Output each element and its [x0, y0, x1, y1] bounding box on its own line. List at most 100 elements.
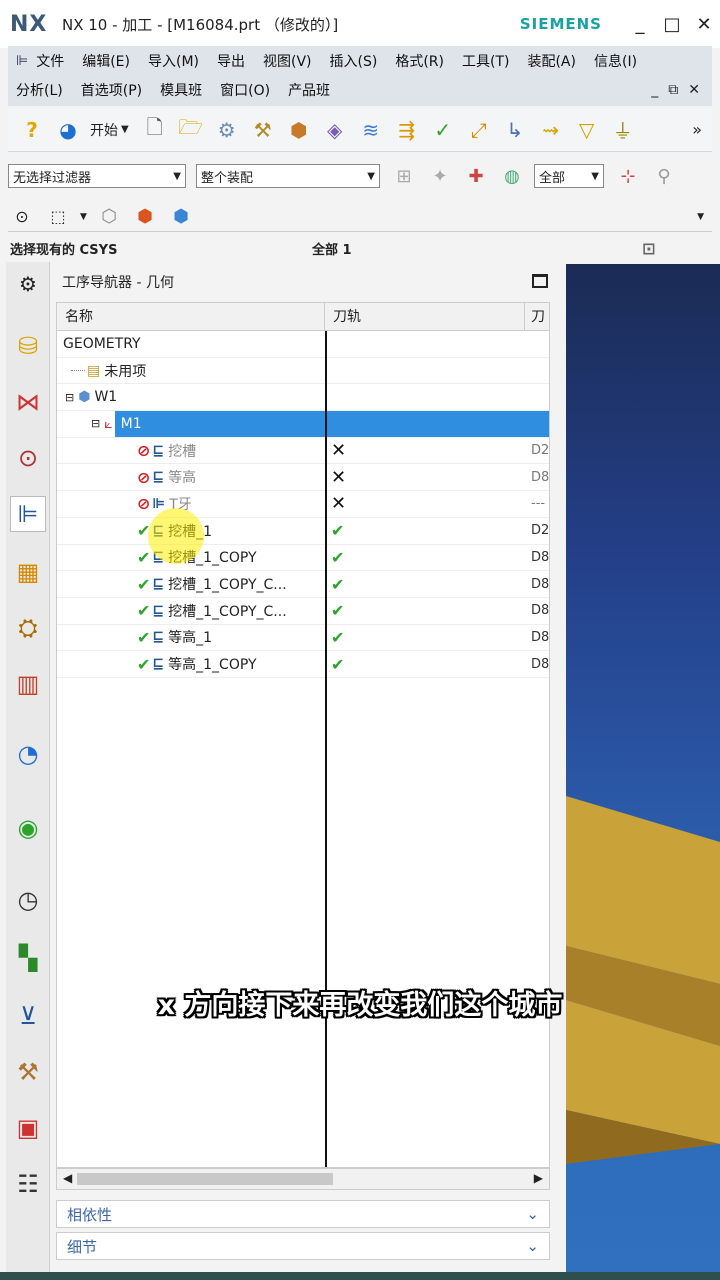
tree-row-operation[interactable]: ⊘ ⊑ 等高 ✕ D8: [57, 464, 549, 492]
snap-filter-dropdown[interactable]: 全部 ▼: [534, 164, 604, 188]
menu-import[interactable]: 导入(M): [148, 51, 199, 71]
shop-doc-icon[interactable]: ▽: [573, 116, 601, 144]
menu-product-class[interactable]: 产品班: [288, 80, 330, 100]
system-material-icon[interactable]: ▣: [10, 1110, 46, 1146]
menu-assembly[interactable]: 装配(A): [527, 51, 576, 71]
tree-row-unused[interactable]: ▤ 未用项: [57, 358, 549, 385]
toolbar-overflow-button[interactable]: »: [692, 120, 702, 139]
replay-toolpath-icon[interactable]: ✓: [429, 116, 457, 144]
report-icon[interactable]: ☷: [10, 1166, 46, 1202]
filter-icon[interactable]: ⏚: [609, 116, 637, 144]
new-file-icon[interactable]: 🗋: [141, 115, 169, 144]
collapse-toggle-icon[interactable]: ⊟: [91, 417, 100, 430]
dependencies-panel[interactable]: 相依性 ⌄: [56, 1200, 550, 1228]
tree-row-geometry[interactable]: GEOMETRY: [57, 331, 549, 358]
create-program-icon[interactable]: ⚙: [213, 116, 241, 144]
tree-row-operation[interactable]: ✔ ⊑ 挖槽_1_COPY_C... ✔ D8: [57, 571, 549, 598]
create-geometry-icon[interactable]: ⬢: [285, 116, 313, 144]
chevron-down-icon[interactable]: ▼: [697, 212, 704, 222]
select-point-icon[interactable]: ⊙: [8, 203, 36, 231]
settings-icon[interactable]: ⚙: [10, 266, 46, 302]
point-on-curve-icon[interactable]: ⊹: [614, 162, 642, 190]
create-method-icon[interactable]: ◈: [321, 116, 349, 144]
menu-preferences[interactable]: 首选项(P): [81, 80, 142, 100]
view-fit-icon[interactable]: ⊡: [642, 239, 655, 258]
reuse-library-icon[interactable]: ▥: [10, 666, 46, 702]
web-browser-icon[interactable]: ◔: [10, 736, 46, 772]
doc-close-icon[interactable]: ✕: [688, 82, 700, 98]
blue-cube-icon[interactable]: ⬢: [167, 203, 195, 231]
graphics-window[interactable]: [566, 264, 720, 1272]
maximize-icon[interactable]: [532, 274, 548, 288]
select-rectangle-icon[interactable]: ⬚: [44, 203, 72, 231]
menu-pin-icon[interactable]: ⊫: [16, 53, 28, 69]
menu-view[interactable]: 视图(V): [263, 51, 312, 71]
generate-toolpath-icon[interactable]: ⇶: [393, 116, 421, 144]
horizontal-scrollbar[interactable]: ◀ ▶: [56, 1168, 550, 1190]
scrollbar-thumb[interactable]: [77, 1173, 333, 1185]
create-operation-icon[interactable]: ≋: [357, 116, 385, 144]
menu-info[interactable]: 信息(I): [594, 51, 637, 71]
tree-row-operation[interactable]: ✔ ⊑ 挖槽_1_COPY ✔ D8: [57, 545, 549, 572]
menu-export[interactable]: 导出: [217, 51, 245, 71]
feature-navigator-icon[interactable]: ⛭: [10, 610, 46, 646]
tree-row-operation[interactable]: ⊘ ⊫ T牙 ✕ ---: [57, 491, 549, 518]
close-button[interactable]: ✕: [688, 8, 720, 40]
machine-tool-navigator-icon[interactable]: ▦: [10, 554, 46, 590]
snap-point-on-icon[interactable]: ✚: [462, 162, 490, 190]
palette-icon[interactable]: ▚: [10, 940, 46, 976]
scope-filter-dropdown[interactable]: 整个装配 ▼: [196, 164, 380, 188]
assembly-filter-icon[interactable]: ⊞: [390, 162, 418, 190]
tree-row-w1[interactable]: ⊟ ⬢ W1: [57, 384, 549, 412]
assembly-navigator-icon[interactable]: ⛁: [10, 328, 46, 364]
scroll-right-icon[interactable]: ▶: [534, 1171, 543, 1185]
menu-mold-class[interactable]: 模具班: [160, 80, 202, 100]
doc-restore-icon[interactable]: ⧉: [668, 82, 678, 98]
column-header-tool[interactable]: 刀: [525, 303, 549, 330]
maximize-button[interactable]: □: [656, 8, 688, 40]
collapse-toggle-icon[interactable]: ⊟: [65, 391, 74, 404]
create-tool-icon[interactable]: ⚒: [249, 116, 277, 144]
doc-minimize-icon[interactable]: _: [651, 82, 658, 98]
tree-row-operation[interactable]: ✔ ⊑ 等高_1 ✔ D8: [57, 625, 549, 652]
menu-insert[interactable]: 插入(S): [330, 51, 378, 71]
operation-navigator-icon[interactable]: ⊫: [10, 496, 46, 532]
part-navigator-icon[interactable]: ⊙: [10, 440, 46, 476]
column-header-toolpath[interactable]: 刀轨: [325, 303, 525, 330]
tree-row-m1[interactable]: ⊟ ⟀ M1: [57, 411, 549, 438]
scroll-left-icon[interactable]: ◀: [63, 1171, 72, 1185]
cell-name: ✔ ⊑ 等高_1: [57, 625, 325, 651]
column-header-name[interactable]: 名称: [57, 303, 325, 330]
type-filter-dropdown[interactable]: 无选择过滤器 ▼: [8, 164, 186, 188]
menu-file[interactable]: 文件: [36, 51, 64, 71]
document-icon[interactable]: ◉: [10, 810, 46, 846]
tree-row-operation[interactable]: ⊘ ⊑ 挖槽 ✕ D2: [57, 438, 549, 465]
wireframe-cube-icon[interactable]: ⬡: [95, 203, 123, 231]
minimize-button[interactable]: _: [624, 8, 656, 40]
snap-point-icon[interactable]: ✦: [426, 162, 454, 190]
column-divider[interactable]: [325, 331, 327, 1167]
chevron-down-icon[interactable]: ▼: [80, 212, 87, 222]
menu-window[interactable]: 窗口(O): [220, 80, 270, 100]
start-button[interactable]: ◕ 开始 ▼: [54, 116, 128, 144]
history-clock-icon[interactable]: ◷: [10, 882, 46, 918]
show-snap-icon[interactable]: ⚲: [650, 162, 678, 190]
postprocess-icon[interactable]: ⇝: [537, 116, 565, 144]
shaded-cube-icon[interactable]: ⬢: [131, 203, 159, 231]
menu-bar: ⊫ 文件 编辑(E) 导入(M) 导出 视图(V) 插入(S) 格式(R) 工具…: [8, 46, 712, 106]
constraint-navigator-icon[interactable]: ⋈: [10, 384, 46, 420]
globe-icon[interactable]: ◍: [498, 162, 526, 190]
details-panel[interactable]: 细节 ⌄: [56, 1232, 550, 1260]
verify-toolpath-icon[interactable]: ⤢: [465, 116, 493, 144]
menu-tools[interactable]: 工具(T): [462, 51, 509, 71]
menu-format[interactable]: 格式(R): [395, 51, 444, 71]
simulate-icon[interactable]: ↳: [501, 116, 529, 144]
tree-row-operation[interactable]: ✔ ⊑ 挖槽_1_COPY_C... ✔ D8: [57, 598, 549, 625]
tree-row-operation[interactable]: ✔ ⊑ 挖槽_1 ✔ D2: [57, 518, 549, 545]
role-icon[interactable]: ⚒: [10, 1054, 46, 1090]
help-icon[interactable]: ?: [18, 116, 46, 144]
menu-edit[interactable]: 编辑(E): [82, 51, 130, 71]
open-folder-icon[interactable]: 🗁: [177, 115, 205, 144]
menu-analysis[interactable]: 分析(L): [16, 80, 63, 100]
tree-row-operation[interactable]: ✔ ⊑ 等高_1_COPY ✔ D8: [57, 651, 549, 678]
